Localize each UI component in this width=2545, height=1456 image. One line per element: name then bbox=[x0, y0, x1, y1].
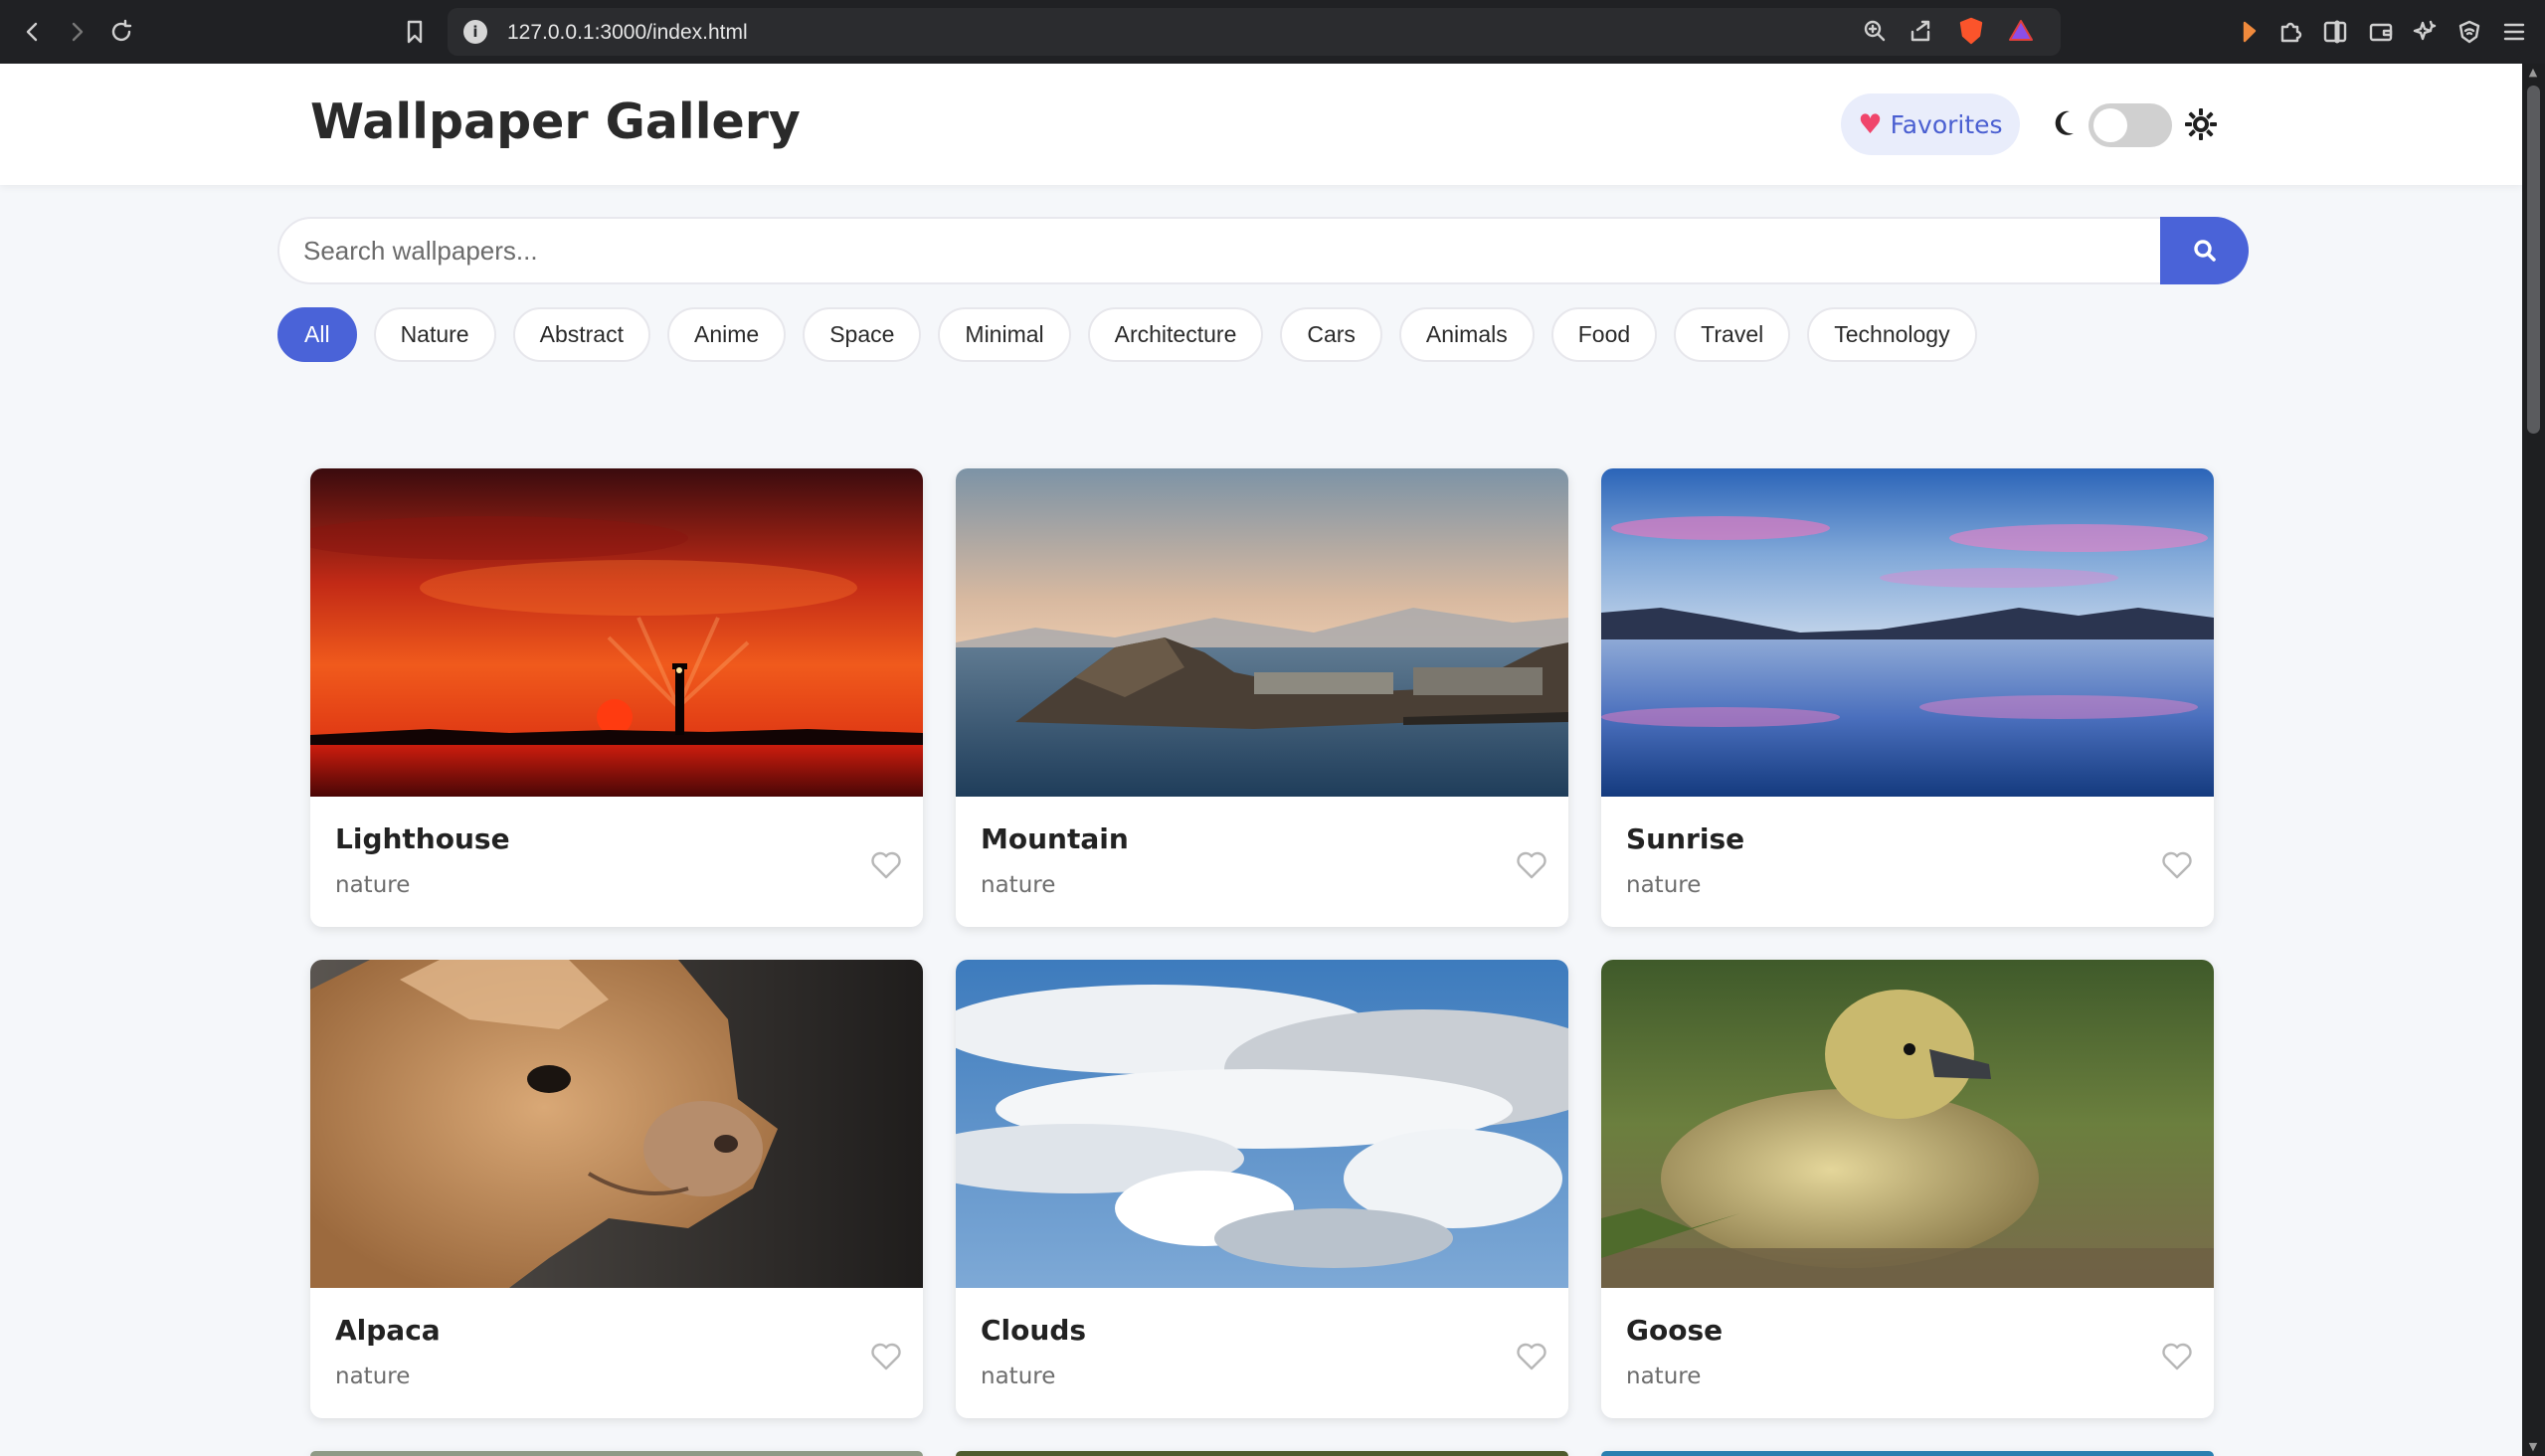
category-technology[interactable]: Technology bbox=[1807, 307, 1977, 362]
wallpaper-card[interactable]: Goose nature bbox=[1601, 960, 2214, 1418]
wallpaper-image-goose[interactable] bbox=[1601, 960, 2214, 1288]
wallpaper-image-partial bbox=[310, 1451, 923, 1456]
sidebar-icon[interactable] bbox=[2318, 15, 2352, 49]
wallpaper-category: nature bbox=[1626, 872, 1702, 898]
site-info-icon[interactable]: i bbox=[463, 20, 487, 44]
reload-icon[interactable] bbox=[103, 14, 139, 50]
url-text: 127.0.0.1:3000/index.html bbox=[507, 21, 748, 44]
wallpaper-image-partial bbox=[956, 1451, 1568, 1456]
wallpaper-category: nature bbox=[981, 872, 1056, 898]
scroll-up-icon[interactable]: ▲ bbox=[2526, 66, 2540, 80]
wallpaper-card[interactable]: Mountain nature bbox=[956, 468, 1568, 927]
sun-icon bbox=[2185, 108, 2217, 140]
dark-mode-toggle[interactable] bbox=[2089, 103, 2172, 147]
heart-icon: ♥ bbox=[1858, 108, 1883, 140]
wallpaper-image-lighthouse[interactable] bbox=[310, 468, 923, 797]
wallpaper-image-alpaca[interactable] bbox=[310, 960, 923, 1288]
wallpaper-card[interactable]: Lighthouse nature bbox=[310, 468, 923, 927]
wallpaper-category: nature bbox=[335, 1364, 411, 1389]
wallpaper-title: Clouds bbox=[981, 1314, 1087, 1347]
wallpaper-image-clouds[interactable] bbox=[956, 960, 1568, 1288]
category-all[interactable]: All bbox=[277, 307, 357, 362]
extension-icon[interactable] bbox=[2233, 15, 2267, 49]
brave-rewards-icon[interactable] bbox=[2004, 14, 2038, 48]
vpn-shield-icon[interactable] bbox=[2453, 15, 2486, 49]
zoom-icon[interactable] bbox=[1858, 14, 1892, 48]
category-anime[interactable]: Anime bbox=[666, 307, 787, 362]
category-filters: All Nature Abstract Anime Space Minimal … bbox=[277, 307, 1977, 363]
wallpaper-category: nature bbox=[981, 1364, 1056, 1389]
address-bar[interactable]: i 127.0.0.1:3000/index.html bbox=[448, 8, 2061, 56]
wallpaper-card[interactable]: Clouds nature bbox=[956, 960, 1568, 1418]
heart-outline-icon[interactable] bbox=[1516, 1342, 1547, 1371]
category-animals[interactable]: Animals bbox=[1398, 307, 1535, 362]
category-travel[interactable]: Travel bbox=[1674, 307, 1791, 362]
favorites-label: Favorites bbox=[1890, 109, 2003, 139]
browser-toolbar: i 127.0.0.1:3000/index.html bbox=[0, 0, 2545, 64]
share-icon[interactable] bbox=[1905, 14, 1938, 48]
leo-ai-icon[interactable] bbox=[2408, 15, 2442, 49]
wallpaper-card-partial[interactable] bbox=[310, 1451, 923, 1456]
search-icon bbox=[2193, 240, 2216, 262]
back-icon[interactable] bbox=[15, 14, 51, 50]
category-food[interactable]: Food bbox=[1550, 307, 1658, 362]
brave-shields-icon[interactable] bbox=[1954, 14, 1988, 48]
wallpaper-card-partial[interactable] bbox=[1601, 1451, 2214, 1456]
wallpaper-grid: Lighthouse nature Mountain nature Sunris… bbox=[310, 468, 2214, 1456]
scroll-down-icon[interactable]: ▼ bbox=[2526, 1440, 2540, 1454]
search-input[interactable] bbox=[303, 219, 2153, 282]
wallpaper-image-mountain[interactable] bbox=[956, 468, 1568, 797]
wallpaper-card[interactable]: Sunrise nature bbox=[1601, 468, 2214, 927]
heart-outline-icon[interactable] bbox=[2161, 850, 2193, 880]
wallpaper-title: Goose bbox=[1626, 1314, 1724, 1347]
heart-outline-icon[interactable] bbox=[1516, 850, 1547, 880]
category-architecture[interactable]: Architecture bbox=[1087, 307, 1264, 362]
toggle-knob bbox=[2093, 108, 2127, 142]
wallpaper-image-partial bbox=[1601, 1451, 2214, 1456]
wallpaper-card[interactable]: Alpaca nature bbox=[310, 960, 923, 1418]
menu-icon[interactable] bbox=[2497, 15, 2531, 49]
wallpaper-title: Alpaca bbox=[335, 1314, 441, 1347]
wallpaper-title: Mountain bbox=[981, 822, 1129, 855]
category-abstract[interactable]: Abstract bbox=[512, 307, 650, 362]
category-minimal[interactable]: Minimal bbox=[938, 307, 1071, 362]
extensions-puzzle-icon[interactable] bbox=[2273, 15, 2307, 49]
category-space[interactable]: Space bbox=[803, 307, 922, 362]
moon-icon bbox=[2055, 110, 2074, 135]
wallpaper-image-sunrise[interactable] bbox=[1601, 468, 2214, 797]
category-nature[interactable]: Nature bbox=[373, 307, 496, 362]
forward-icon[interactable] bbox=[59, 14, 94, 50]
search-button[interactable] bbox=[2160, 217, 2249, 284]
wallpaper-category: nature bbox=[335, 872, 411, 898]
heart-outline-icon[interactable] bbox=[870, 1342, 902, 1371]
site-header: Wallpaper Gallery ♥ Favorites bbox=[0, 64, 2522, 185]
wallpaper-category: nature bbox=[1626, 1364, 1702, 1389]
wallpaper-title: Sunrise bbox=[1626, 822, 1745, 855]
heart-outline-icon[interactable] bbox=[870, 850, 902, 880]
heart-outline-icon[interactable] bbox=[2161, 1342, 2193, 1371]
category-cars[interactable]: Cars bbox=[1280, 307, 1382, 362]
bookmark-icon[interactable] bbox=[397, 14, 433, 50]
wallet-icon[interactable] bbox=[2364, 15, 2398, 49]
wallpaper-card-partial[interactable] bbox=[956, 1451, 1568, 1456]
scrollbar-thumb[interactable] bbox=[2527, 86, 2540, 434]
favorites-button[interactable]: ♥ Favorites bbox=[1841, 93, 2020, 155]
search-bar bbox=[277, 217, 2249, 284]
wallpaper-title: Lighthouse bbox=[335, 822, 510, 855]
page-title: Wallpaper Gallery bbox=[310, 93, 801, 150]
